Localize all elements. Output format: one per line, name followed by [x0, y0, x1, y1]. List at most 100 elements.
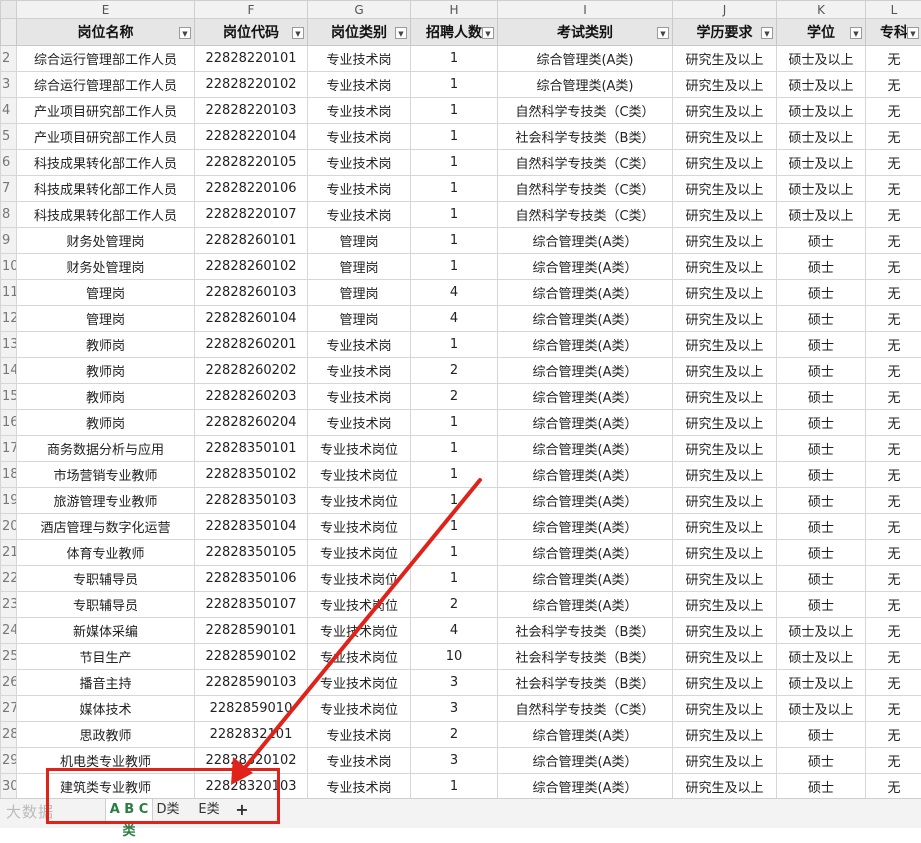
header-cell[interactable]: 岗位名称▼	[17, 19, 195, 46]
post-name-cell[interactable]: 商务数据分析与应用	[17, 436, 195, 462]
exam-type-cell[interactable]: 自然科学专技类（C类）	[498, 98, 673, 124]
headcount-cell[interactable]: 1	[411, 462, 498, 488]
junior-college-cell[interactable]: 无	[866, 202, 921, 228]
headcount-cell[interactable]: 2	[411, 722, 498, 748]
post-name-cell[interactable]: 建筑类专业教师	[17, 774, 195, 800]
select-all-corner[interactable]	[1, 1, 17, 19]
row-number[interactable]: 15	[1, 384, 17, 410]
education-cell[interactable]: 研究生及以上	[673, 696, 777, 722]
row-number[interactable]: 23	[1, 592, 17, 618]
headcount-cell[interactable]: 1	[411, 514, 498, 540]
headcount-cell[interactable]: 1	[411, 202, 498, 228]
column-letter[interactable]: L	[866, 1, 921, 19]
post-type-cell[interactable]: 专业技术岗	[308, 410, 411, 436]
education-cell[interactable]: 研究生及以上	[673, 774, 777, 800]
post-name-cell[interactable]: 教师岗	[17, 410, 195, 436]
education-cell[interactable]: 研究生及以上	[673, 46, 777, 72]
education-cell[interactable]: 研究生及以上	[673, 98, 777, 124]
degree-cell[interactable]: 硕士	[777, 280, 866, 306]
post-name-cell[interactable]: 综合运行管理部工作人员	[17, 72, 195, 98]
degree-cell[interactable]: 硕士	[777, 462, 866, 488]
post-type-cell[interactable]: 专业技术岗位	[308, 488, 411, 514]
post-type-cell[interactable]: 管理岗	[308, 254, 411, 280]
post-code-cell[interactable]: 22828220102	[195, 72, 308, 98]
degree-cell[interactable]: 硕士	[777, 384, 866, 410]
degree-cell[interactable]: 硕士及以上	[777, 202, 866, 228]
education-cell[interactable]: 研究生及以上	[673, 436, 777, 462]
education-cell[interactable]: 研究生及以上	[673, 644, 777, 670]
headcount-cell[interactable]: 1	[411, 98, 498, 124]
junior-college-cell[interactable]: 无	[866, 514, 921, 540]
post-code-cell[interactable]: 2282859010	[195, 696, 308, 722]
degree-cell[interactable]: 硕士及以上	[777, 618, 866, 644]
education-cell[interactable]: 研究生及以上	[673, 566, 777, 592]
degree-cell[interactable]: 硕士	[777, 514, 866, 540]
post-name-cell[interactable]: 科技成果转化部工作人员	[17, 202, 195, 228]
headcount-cell[interactable]: 3	[411, 748, 498, 774]
exam-type-cell[interactable]: 综合管理类(A类）	[498, 306, 673, 332]
junior-college-cell[interactable]: 无	[866, 358, 921, 384]
post-code-cell[interactable]: 22828260101	[195, 228, 308, 254]
degree-cell[interactable]: 硕士及以上	[777, 98, 866, 124]
post-name-cell[interactable]: 综合运行管理部工作人员	[17, 46, 195, 72]
header-cell[interactable]: 岗位类别▼	[308, 19, 411, 46]
row-number[interactable]: 12	[1, 306, 17, 332]
headcount-cell[interactable]: 4	[411, 306, 498, 332]
junior-college-cell[interactable]: 无	[866, 150, 921, 176]
degree-cell[interactable]: 硕士	[777, 566, 866, 592]
dropdown-filter-icon[interactable]: ▼	[761, 27, 773, 39]
degree-cell[interactable]: 硕士	[777, 410, 866, 436]
post-code-cell[interactable]: 22828590102	[195, 644, 308, 670]
exam-type-cell[interactable]: 综合管理类(A类）	[498, 592, 673, 618]
post-name-cell[interactable]: 市场营销专业教师	[17, 462, 195, 488]
exam-type-cell[interactable]: 综合管理类(A类)	[498, 46, 673, 72]
post-code-cell[interactable]: 22828220104	[195, 124, 308, 150]
education-cell[interactable]: 研究生及以上	[673, 410, 777, 436]
post-code-cell[interactable]: 22828350106	[195, 566, 308, 592]
post-code-cell[interactable]: 22828320103	[195, 774, 308, 800]
headcount-cell[interactable]: 1	[411, 774, 498, 800]
exam-type-cell[interactable]: 综合管理类(A类）	[498, 488, 673, 514]
degree-cell[interactable]: 硕士	[777, 540, 866, 566]
post-code-cell[interactable]: 22828350103	[195, 488, 308, 514]
post-code-cell[interactable]: 22828350101	[195, 436, 308, 462]
post-type-cell[interactable]: 专业技术岗位	[308, 618, 411, 644]
post-type-cell[interactable]: 专业技术岗	[308, 358, 411, 384]
exam-type-cell[interactable]: 综合管理类(A类）	[498, 254, 673, 280]
headcount-cell[interactable]: 1	[411, 124, 498, 150]
post-name-cell[interactable]: 节目生产	[17, 644, 195, 670]
headcount-cell[interactable]: 1	[411, 540, 498, 566]
degree-cell[interactable]: 硕士	[777, 358, 866, 384]
row-number[interactable]: 7	[1, 176, 17, 202]
post-name-cell[interactable]: 教师岗	[17, 384, 195, 410]
post-code-cell[interactable]: 22828260203	[195, 384, 308, 410]
post-type-cell[interactable]: 专业技术岗位	[308, 592, 411, 618]
row-number[interactable]: 28	[1, 722, 17, 748]
row-number[interactable]: 5	[1, 124, 17, 150]
exam-type-cell[interactable]: 综合管理类(A类）	[498, 436, 673, 462]
headcount-cell[interactable]: 1	[411, 254, 498, 280]
row-number[interactable]: 29	[1, 748, 17, 774]
row-number[interactable]: 20	[1, 514, 17, 540]
post-type-cell[interactable]: 管理岗	[308, 280, 411, 306]
post-name-cell[interactable]: 财务处管理岗	[17, 228, 195, 254]
post-name-cell[interactable]: 播音主持	[17, 670, 195, 696]
sheet-tab-abc[interactable]: A B C类	[105, 799, 153, 824]
junior-college-cell[interactable]: 无	[866, 722, 921, 748]
junior-college-cell[interactable]: 无	[866, 72, 921, 98]
degree-cell[interactable]: 硕士及以上	[777, 46, 866, 72]
degree-cell[interactable]: 硕士	[777, 748, 866, 774]
post-name-cell[interactable]: 体育专业教师	[17, 540, 195, 566]
degree-cell[interactable]: 硕士	[777, 722, 866, 748]
post-name-cell[interactable]: 教师岗	[17, 332, 195, 358]
post-type-cell[interactable]: 专业技术岗位	[308, 566, 411, 592]
post-name-cell[interactable]: 新媒体采编	[17, 618, 195, 644]
row-number[interactable]: 24	[1, 618, 17, 644]
row-number[interactable]: 19	[1, 488, 17, 514]
headcount-cell[interactable]: 1	[411, 436, 498, 462]
post-name-cell[interactable]: 产业项目研究部工作人员	[17, 98, 195, 124]
row-number[interactable]: 30	[1, 774, 17, 800]
column-letter[interactable]: E	[17, 1, 195, 19]
column-letter[interactable]: G	[308, 1, 411, 19]
headcount-cell[interactable]: 1	[411, 332, 498, 358]
